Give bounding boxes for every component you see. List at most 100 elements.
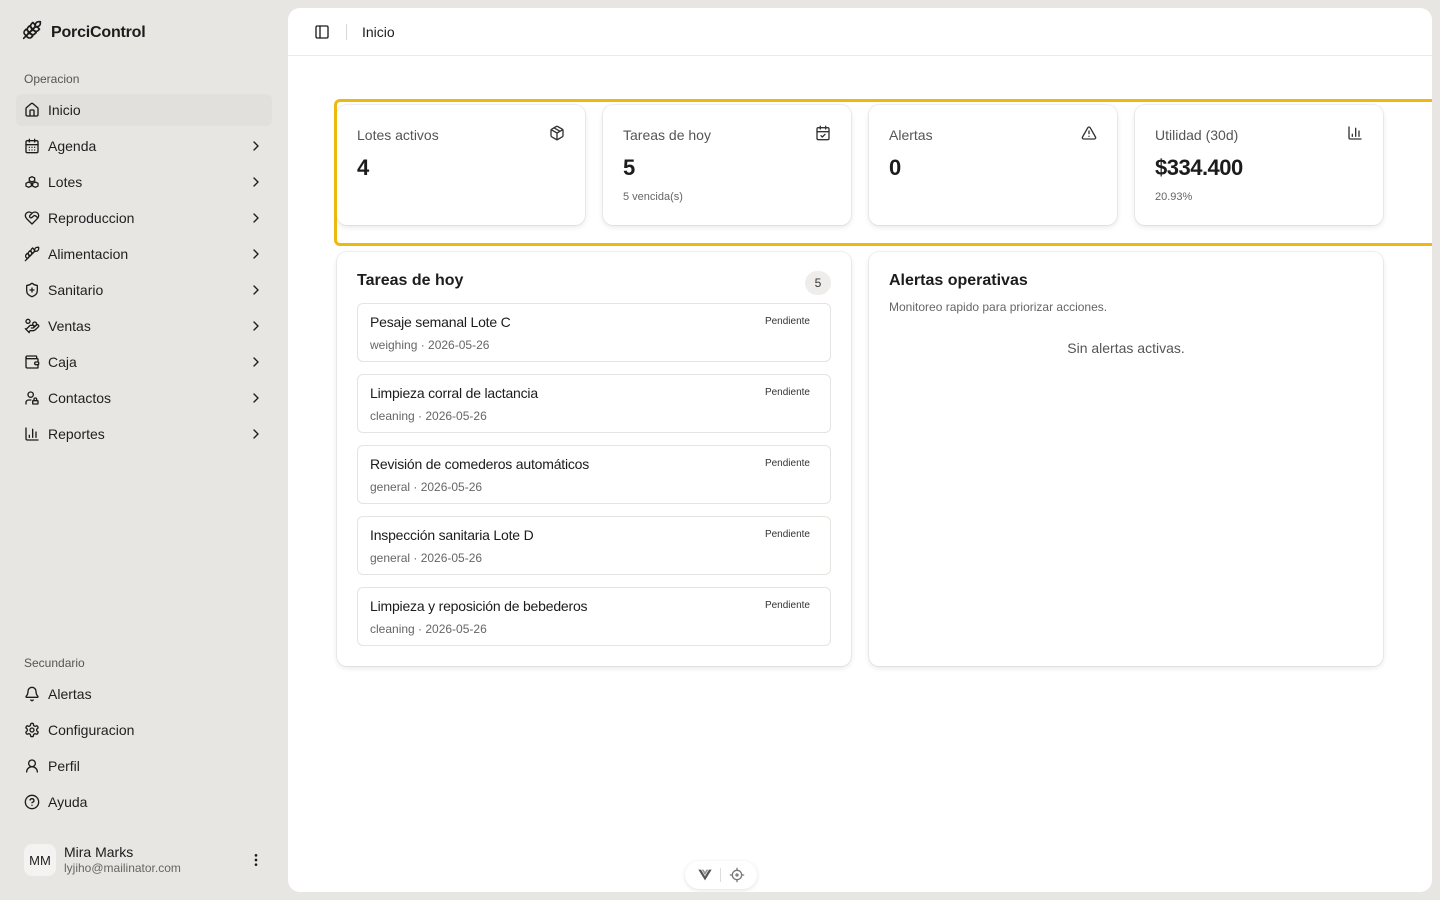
heart-handshake-icon [24, 210, 40, 226]
sidebar-item-label: Agenda [48, 138, 97, 154]
sidebar-item-alertas[interactable]: Alertas [16, 678, 272, 710]
chevron-right-icon [253, 393, 259, 403]
alerts-panel: Alertas operativas Monitoreo rapido para… [869, 252, 1383, 666]
settings-icon [24, 722, 40, 738]
sidebar-item-configuracion[interactable]: Configuracion [16, 714, 272, 746]
hand-coins-icon [24, 318, 40, 334]
sidebar-item-label: Ayuda [48, 794, 88, 810]
task-meta: cleaning · 2026-05-26 [370, 622, 487, 636]
topbar-divider [346, 23, 347, 40]
sidebar-item-perfil[interactable]: Perfil [16, 750, 272, 782]
help-circle-icon [24, 794, 40, 810]
status-badge: Pendiente [764, 600, 810, 611]
package-icon [550, 125, 564, 141]
sidebar-item-lotes[interactable]: Lotes [16, 166, 272, 198]
stat-label: Alertas [889, 127, 933, 143]
stat-value: 0 [889, 155, 901, 180]
task-title: Revisión de comederos automáticos [370, 456, 590, 472]
sidebar-item-label: Ventas [48, 318, 91, 334]
task-item[interactable]: Limpieza y reposición de bebederos clean… [357, 587, 831, 646]
stat-sub: 5 vencida(s) [623, 191, 683, 203]
wheat-icon [24, 246, 40, 262]
secondary-nav: Alertas Configuracion Perfil Ayuda [16, 678, 272, 822]
chevron-right-icon [253, 177, 259, 187]
stat-value: 4 [357, 155, 369, 180]
chart-bars-icon [1348, 126, 1362, 140]
bar-chart-icon [24, 426, 40, 442]
more-vertical-icon[interactable] [248, 852, 264, 868]
chevron-right-icon [253, 429, 259, 439]
sidebar-item-label: Reportes [48, 426, 105, 442]
sidebar-item-ayuda[interactable]: Ayuda [16, 786, 272, 818]
task-item[interactable]: Pesaje semanal Lote C weighing · 2026-05… [357, 303, 831, 362]
dock-divider [720, 868, 722, 882]
farm-icon [22, 20, 42, 45]
vue-logo-icon[interactable] [697, 867, 713, 883]
task-meta: cleaning · 2026-05-26 [370, 409, 487, 423]
status-badge: Pendiente [764, 387, 810, 398]
sidebar-item-label: Inicio [48, 102, 81, 118]
user-menu[interactable]: MM Mira Marks lyjiho@mailinator.com [16, 836, 272, 884]
user-email: lyjiho@mailinator.com [64, 861, 181, 875]
stat-card-tareas-hoy: Tareas de hoy 5 5 vencida(s) [603, 105, 851, 225]
sidebar-toggle-icon[interactable] [314, 24, 330, 40]
sidebar-item-label: Alertas [48, 686, 92, 702]
stat-card-alertas: Alertas 0 [869, 105, 1117, 225]
topbar: Inicio [288, 8, 1432, 56]
chevron-right-icon [253, 285, 259, 295]
stat-label: Lotes activos [357, 127, 439, 143]
shield-plus-icon [24, 282, 40, 298]
user-icon [24, 758, 40, 774]
tasks-title: Tareas de hoy [357, 272, 464, 289]
sidebar-item-reportes[interactable]: Reportes [16, 418, 272, 450]
task-title: Inspección sanitaria Lote D [370, 527, 534, 543]
sidebar: PorciControl Operacion Inicio Agenda Lot… [0, 0, 288, 900]
main-panel: Inicio Lotes activos 4 Tareas de hoy 5 5… [288, 8, 1432, 892]
wallet-icon [24, 354, 40, 370]
crosshair-icon[interactable] [729, 867, 745, 883]
sidebar-item-label: Perfil [48, 758, 80, 774]
sidebar-item-label: Caja [48, 354, 77, 370]
task-meta: general · 2026-05-26 [370, 551, 483, 565]
stat-label: Utilidad (30d) [1155, 127, 1239, 143]
sidebar-item-sanitario[interactable]: Sanitario [16, 274, 272, 306]
chevron-right-icon [253, 249, 259, 259]
task-title: Pesaje semanal Lote C [370, 314, 511, 330]
sidebar-item-agenda[interactable]: Agenda [16, 130, 272, 162]
task-list: Pesaje semanal Lote C weighing · 2026-05… [357, 303, 831, 658]
home-icon [24, 102, 40, 118]
breadcrumb: Inicio [362, 23, 395, 40]
dev-toolbar [685, 861, 757, 889]
sidebar-item-contactos[interactable]: Contactos [16, 382, 272, 414]
task-meta: weighing · 2026-05-26 [370, 338, 490, 352]
alerts-title: Alertas operativas [889, 272, 1028, 289]
sidebar-item-label: Sanitario [48, 282, 104, 298]
task-item[interactable]: Inspección sanitaria Lote D general · 20… [357, 516, 831, 575]
sidebar-item-label: Configuracion [48, 722, 135, 738]
stat-value: $334.400 [1155, 155, 1243, 180]
sidebar-item-ventas[interactable]: Ventas [16, 310, 272, 342]
stat-label: Tareas de hoy [623, 127, 711, 143]
sidebar-item-label: Contactos [48, 390, 112, 406]
group-label-operacion: Operacion [24, 72, 80, 86]
stat-sub: 20.93% [1155, 191, 1193, 203]
alert-triangle-icon [1081, 126, 1097, 140]
chevron-right-icon [253, 141, 259, 151]
sidebar-item-alimentacion[interactable]: Alimentacion [16, 238, 272, 270]
bell-icon [24, 686, 40, 702]
task-item[interactable]: Limpieza corral de lactancia cleaning · … [357, 374, 831, 433]
sidebar-item-caja[interactable]: Caja [16, 346, 272, 378]
status-badge: Pendiente [764, 458, 810, 469]
user-name: Mira Marks [64, 844, 134, 860]
task-item[interactable]: Revisión de comederos automáticos genera… [357, 445, 831, 504]
brand[interactable]: PorciControl [22, 20, 146, 45]
task-title: Limpieza y reposición de bebederos [370, 598, 588, 614]
alerts-description: Monitoreo rapido para priorizar acciones… [889, 300, 1108, 314]
chevron-right-icon [253, 213, 259, 223]
task-title: Limpieza corral de lactancia [370, 385, 538, 401]
sidebar-item-inicio[interactable]: Inicio [16, 94, 272, 126]
calendar-check-icon [816, 125, 830, 141]
sidebar-item-label: Alimentacion [48, 246, 129, 262]
sidebar-item-reproduccion[interactable]: Reproduccion [16, 202, 272, 234]
stat-card-utilidad: Utilidad (30d) $334.400 20.93% [1135, 105, 1383, 225]
